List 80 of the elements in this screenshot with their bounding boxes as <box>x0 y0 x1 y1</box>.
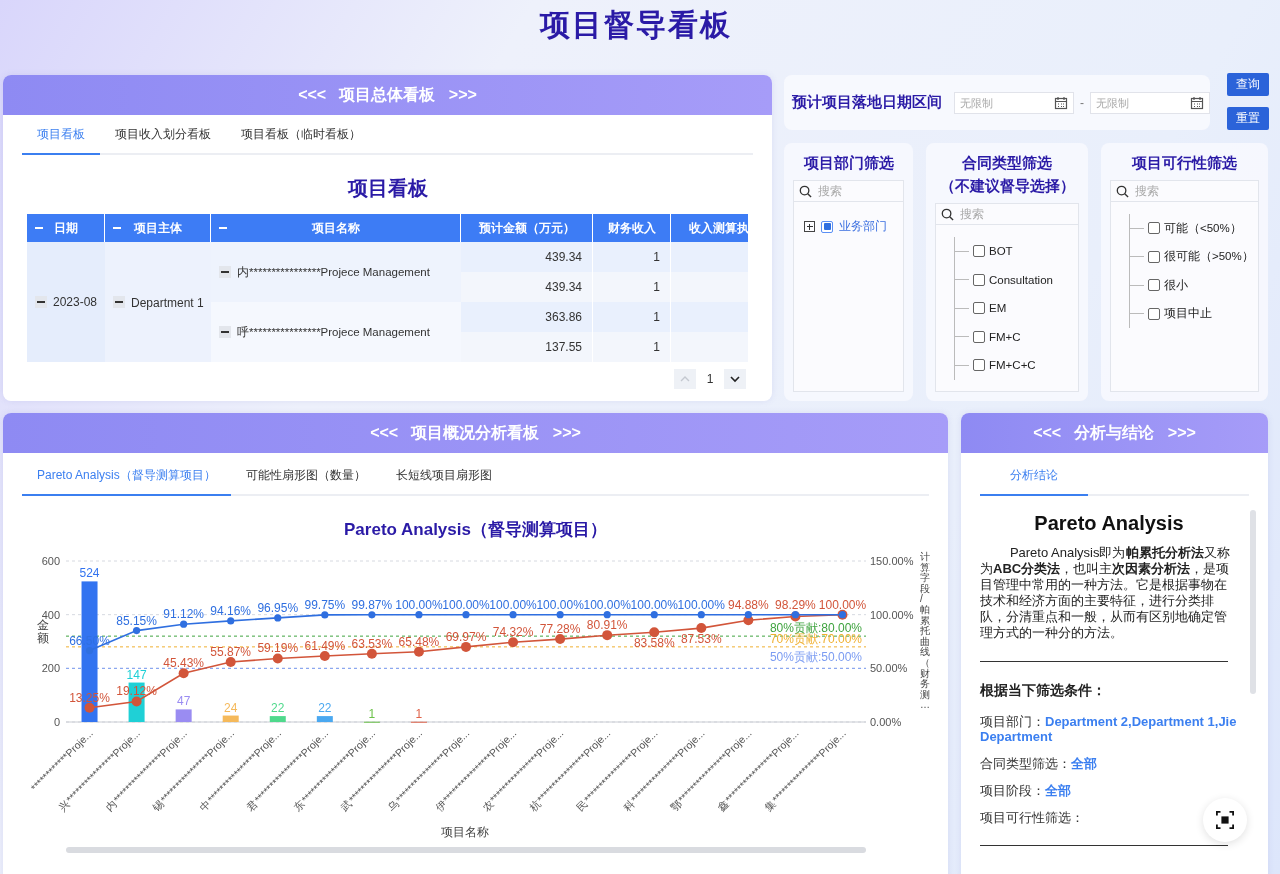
data-label: 524 <box>79 566 100 581</box>
table-cell: 1 <box>593 332 671 362</box>
data-label: 147 <box>126 667 147 682</box>
data-label: 69.97% <box>445 629 487 644</box>
table-cell: 137.55 <box>461 332 593 362</box>
data-label: 47 <box>176 694 191 709</box>
data-label: 100.00% <box>630 597 678 612</box>
data-label: 94.88% <box>728 597 769 612</box>
table-cell: Department 1 <box>105 242 211 362</box>
conclusion-title: Pareto Analysis <box>1033 512 1185 535</box>
table-title: 项目看板 <box>346 176 429 201</box>
data-label: 100.00% <box>583 597 631 612</box>
reference-label: 50%贡献:50.00% <box>769 650 862 665</box>
axis-tick-label: 0 <box>53 716 60 728</box>
data-label: 100.00% <box>818 597 867 612</box>
axis-tick-label: 150.00% <box>870 555 914 567</box>
filter-condition: 项目可行性筛选： <box>980 810 1084 825</box>
data-label: 87.53% <box>680 632 722 647</box>
data-label: 96.95% <box>257 600 299 615</box>
filter-subtitle: （不建议督导选择） <box>939 177 1075 196</box>
page-number: 1 <box>705 372 715 386</box>
filter-condition: 项目阶段：全部 <box>980 783 1071 798</box>
data-label: 22 <box>271 701 285 716</box>
table-cell: 内****************Projece Management <box>211 242 461 302</box>
filter-title: 合同类型筛选 <box>962 154 1052 173</box>
filter-title: 项目部门筛选 <box>803 154 894 173</box>
filter-condition: 项目部门：Department 2,Department 1,Jie Department <box>980 714 1238 744</box>
table-cell: 363.86 <box>461 302 593 332</box>
table-cell: 1 <box>593 302 671 332</box>
data-label: 100.00% <box>395 597 443 612</box>
filter-condition: 合同类型筛选：全部 <box>980 756 1097 771</box>
table-cell: 439.34 <box>461 242 593 272</box>
data-label: 99.87% <box>351 597 393 612</box>
data-label: 63.53% <box>351 636 393 651</box>
data-label: 22 <box>318 701 332 716</box>
data-label: 99.75% <box>304 597 346 612</box>
filter-label: 预计项目落地日期区间 <box>792 93 942 112</box>
data-label: 77.28% <box>539 622 581 637</box>
data-label: 98.29% <box>775 597 816 612</box>
data-label: 55.87% <box>210 645 252 660</box>
data-label: 85.15% <box>116 613 157 628</box>
data-label: 94.16% <box>210 603 252 618</box>
axis-tick-label: 100.00% <box>870 608 914 621</box>
data-label: 74.32% <box>492 625 534 640</box>
conclusion-paragraph: Pareto Analysis即为帕累托分析法又称为ABC分类法，也叫主次因素分析法，是项目管理中常用的一种方法。它是根据事物在技术和经济方面的主要特征，进行分类排队，分清重点和一般，从而有区别地确定管理方式的一种分的方法。 <box>980 545 1231 641</box>
data-label: 65.48% <box>398 634 440 649</box>
data-label: 1 <box>368 706 376 721</box>
axis-title: 金额 <box>37 618 49 645</box>
column-header: 收入测算执 <box>688 219 748 237</box>
table-cell: 呼****************Projece Management <box>211 302 461 362</box>
range-separator: - <box>1080 95 1084 110</box>
data-label: 45.43% <box>163 656 204 671</box>
panel-header: <<< 项目概况分析看板 >>> <box>3 413 948 453</box>
table-cell: 1 <box>593 272 671 302</box>
axis-title: 项目名称 <box>441 825 489 839</box>
table-cell: 439.34 <box>461 272 593 302</box>
table-cell: 2023-08 <box>27 242 105 362</box>
conditions-title: 根据当下筛选条件： <box>980 682 1107 700</box>
data-label: 91.12% <box>163 607 204 622</box>
data-label: 100.00% <box>442 597 490 612</box>
page-title: 项目督导看板 <box>538 7 733 43</box>
chart-title: Pareto Analysis（督导测算项目） <box>343 519 608 541</box>
data-label: 1 <box>415 706 423 721</box>
panel-header: <<< 项目总体看板 >>> <box>3 75 772 115</box>
axis-tick-label: 200 <box>41 662 60 675</box>
data-label: 24 <box>224 700 238 715</box>
data-label: 59.19% <box>257 641 299 656</box>
data-label: 100.00% <box>536 597 584 612</box>
axis-title: 计算字段/帕累托曲线（财务测… <box>920 551 930 711</box>
data-label: 100.00% <box>677 597 725 612</box>
data-label: 83.58% <box>633 636 675 651</box>
panel-header: <<< 分析与结论 >>> <box>961 413 1268 453</box>
filter-title: 项目可行性筛选 <box>1132 154 1237 173</box>
data-label: 100.00% <box>489 597 537 612</box>
axis-tick-label: 0.00% <box>870 716 902 728</box>
table-cell: 1 <box>593 242 671 272</box>
axis-tick-label: 600 <box>41 555 60 567</box>
axis-tick-label: 50.00% <box>870 662 908 675</box>
data-label: 80.91% <box>586 618 628 633</box>
data-label: 61.49% <box>304 639 346 653</box>
